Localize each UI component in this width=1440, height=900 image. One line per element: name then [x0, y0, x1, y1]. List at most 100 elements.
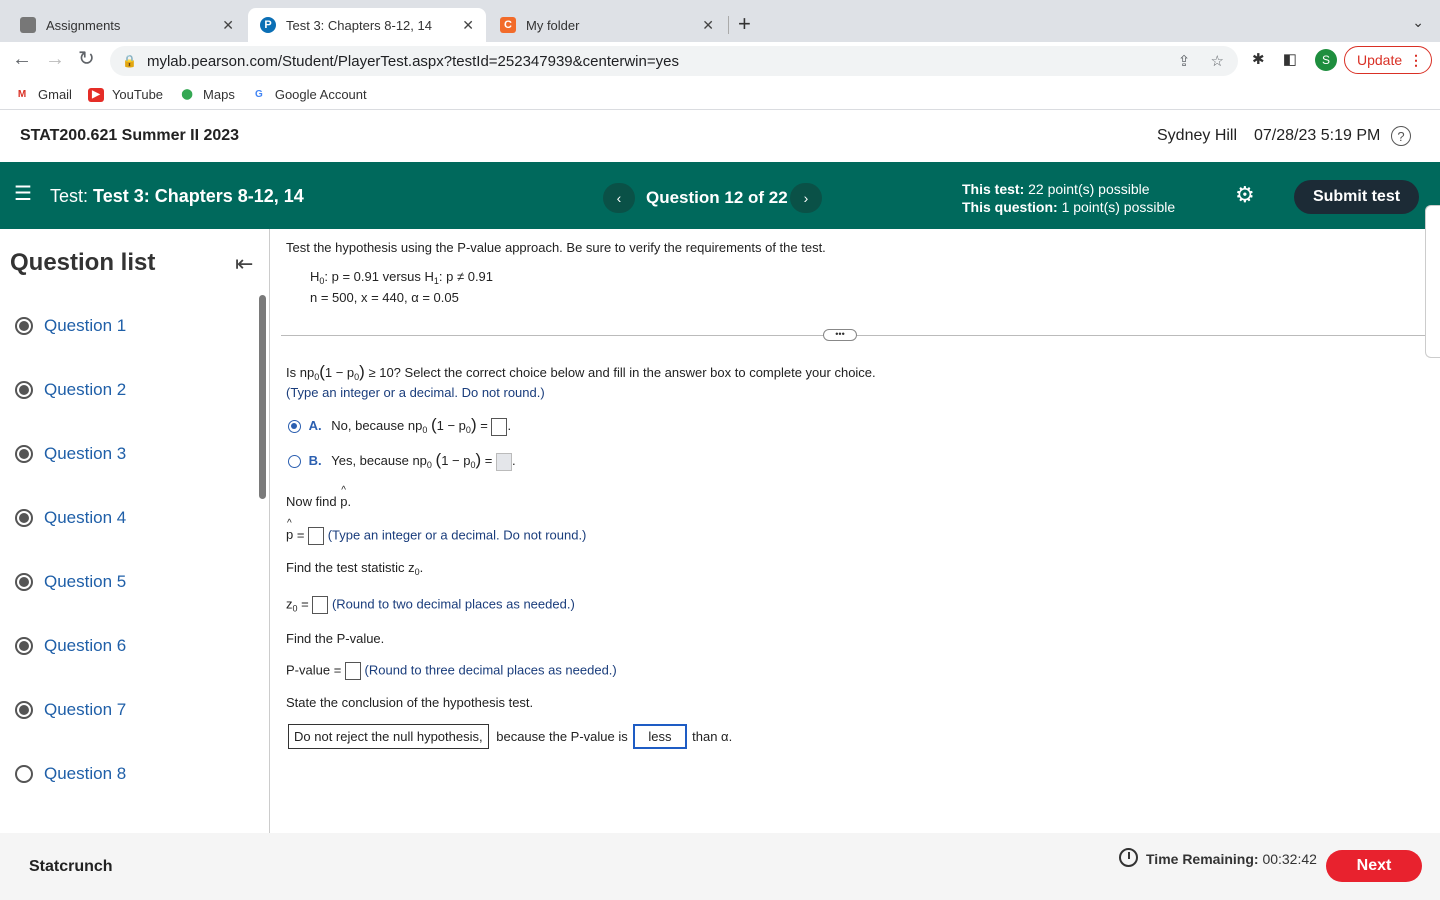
z-hint: (Round to two decimal places as needed.) [331, 596, 575, 612]
bookmark-label: Maps [203, 87, 235, 102]
new-tab-icon[interactable]: + [738, 13, 751, 35]
part1-post: ≥ 10? Select the correct choice below an… [368, 365, 876, 380]
bookmark-label: Google Account [274, 87, 367, 102]
previous-question-button[interactable]: ‹ [603, 183, 635, 213]
z-input[interactable] [312, 596, 329, 614]
sidebar-scrollbar[interactable] [259, 295, 266, 499]
question-list-item[interactable]: Question 3 [15, 444, 126, 464]
next-button[interactable]: Next [1326, 850, 1422, 882]
submit-test-button[interactable]: Submit test [1294, 180, 1419, 214]
update-label: Update [1357, 52, 1403, 68]
question-list-item[interactable]: Question 8 [15, 764, 126, 784]
user-name: Sydney Hill [1157, 127, 1238, 144]
reload-icon[interactable]: ↻ [78, 48, 95, 70]
test-points: 22 point(s) possible [1028, 181, 1150, 197]
pvalue-input[interactable] [344, 662, 361, 680]
bookmark-maps[interactable]: ⬤ Maps [179, 87, 235, 102]
test-points-label: This test: [962, 181, 1025, 197]
address-bar[interactable]: 🔒 mylab.pearson.com/Student/PlayerTest.a… [110, 46, 1238, 76]
puzzle-icon[interactable]: ✱ [1252, 51, 1265, 68]
state-conclusion-label: State the conclusion of the hypothesis t… [286, 695, 534, 710]
np-answer-input[interactable] [491, 417, 508, 436]
statcrunch-link[interactable]: Statcrunch [29, 858, 113, 876]
close-icon[interactable]: ✕ [462, 17, 474, 34]
h0-text: : p = 0.91 versus H [324, 269, 434, 284]
close-icon[interactable]: ✕ [222, 17, 234, 34]
question-list-item[interactable]: Question 7 [15, 700, 126, 720]
more-vert-icon: ⋮ [1409, 51, 1423, 68]
question-label: Question 4 [44, 508, 127, 527]
phat-hint: (Type an integer or a decimal. Do not ro… [327, 527, 587, 543]
answered-indicator-icon [15, 509, 33, 527]
find-p-label: Find the P-value. [286, 631, 385, 646]
choice-b-letter: B. [308, 453, 322, 468]
sidepanel-icon[interactable]: ◧ [1283, 51, 1297, 68]
choice-b[interactable]: B. Yes, because np0 (1 − p0) = . [288, 450, 516, 471]
folder-app-icon: C [500, 17, 516, 33]
bookmark-youtube[interactable]: ▶ YouTube [87, 87, 163, 102]
question-list-sidebar: Question list ⇤ Question 1 Question 2 Qu… [0, 229, 270, 833]
radio-unselected-icon[interactable] [288, 455, 301, 469]
maps-pin-icon: ⬤ [181, 89, 193, 100]
choice-a[interactable]: A. No, because np0 (1 − p0) = . [288, 415, 511, 436]
tab-test3[interactable]: P Test 3: Chapters 8-12, 14 ✕ [248, 8, 486, 42]
course-title: STAT200.621 Summer II 2023 [20, 127, 240, 144]
answered-indicator-icon [15, 381, 33, 399]
question-content: Test the hypothesis using the P-value ap… [271, 229, 1440, 833]
next-question-button[interactable]: › [790, 183, 822, 213]
find-phat-text: Now find [286, 494, 337, 509]
question-label: Question 5 [44, 572, 127, 591]
h1-text: : p ≠ 0.91 [438, 269, 494, 284]
browser-toolbar: ← → ↻ 🔒 mylab.pearson.com/Student/Player… [0, 42, 1440, 78]
answered-indicator-icon [15, 701, 33, 719]
parameters: n = 500, x = 440, α = 0.05 [310, 290, 459, 305]
test-header: ☰ Test: Test 3: Chapters 8-12, 14 ‹ Ques… [0, 162, 1440, 229]
collapse-sidebar-icon[interactable]: ⇤ [235, 251, 253, 277]
phat-row: p = (Type an integer or a decimal. Do no… [286, 518, 587, 545]
close-icon[interactable]: ✕ [702, 17, 714, 34]
part1-hint: (Type an integer or a decimal. Do not ro… [286, 385, 545, 400]
chevron-down-icon[interactable]: ⌄ [1412, 14, 1424, 31]
lock-icon: 🔒 [122, 54, 137, 68]
gear-icon[interactable]: ⚙ [1235, 184, 1255, 206]
conclusion-mid-text: because the P-value is [496, 729, 628, 744]
radio-selected-icon[interactable] [288, 420, 301, 434]
comparison-dropdown[interactable]: less [633, 724, 687, 749]
menu-icon[interactable]: ☰ [14, 184, 32, 204]
side-panel-tab[interactable] [1425, 205, 1440, 358]
answered-indicator-icon [15, 637, 33, 655]
share-icon[interactable]: ⇪ [1178, 53, 1191, 70]
question-label: Question 6 [44, 636, 127, 655]
help-icon[interactable]: ? [1391, 126, 1411, 146]
question-list-item[interactable]: Question 6 [15, 636, 126, 656]
gmail-icon: M [17, 89, 27, 100]
bookmark-google-account[interactable]: G Google Account [251, 87, 367, 102]
part1-pre: Is np [286, 365, 315, 380]
z-row: z0 = (Round to two decimal places as nee… [286, 596, 575, 614]
test-title: Test: Test 3: Chapters 8-12, 14 [50, 186, 304, 207]
conclusion-row: Do not reject the null hypothesis, becau… [288, 724, 732, 749]
date-time: 07/28/23 5:19 PM [1254, 127, 1381, 144]
time-remaining: Time Remaining: 00:32:42 [1146, 851, 1317, 867]
bookmark-gmail[interactable]: M Gmail [14, 87, 72, 102]
hypotheses: H0: p = 0.91 versus H1: p ≠ 0.91 [310, 269, 494, 286]
forward-icon[interactable]: → [45, 48, 65, 70]
tab-assignments[interactable]: Assignments ✕ [8, 8, 246, 42]
question-list-item[interactable]: Question 1 [15, 316, 126, 336]
question-label: Question 8 [44, 764, 127, 783]
back-icon[interactable]: ← [12, 48, 32, 70]
question-list-item[interactable]: Question 2 [15, 380, 126, 400]
profile-avatar[interactable]: S [1315, 49, 1337, 71]
update-button[interactable]: Update ⋮ [1344, 46, 1432, 74]
bookmark-label: Gmail [38, 87, 72, 102]
conclusion-end-text: than α. [692, 729, 733, 744]
browser-tab-strip: Assignments ✕ P Test 3: Chapters 8-12, 1… [0, 0, 1440, 42]
star-icon[interactable]: ☆ [1211, 53, 1224, 70]
question-list-item[interactable]: Question 5 [15, 572, 126, 592]
phat-input[interactable] [308, 527, 325, 545]
question-list-item[interactable]: Question 4 [15, 508, 126, 528]
tab-my-folder[interactable]: C My folder ✕ [488, 8, 726, 42]
time-value: 00:32:42 [1262, 851, 1317, 867]
conclusion-dropdown[interactable]: Do not reject the null hypothesis, [288, 724, 489, 749]
resize-handle[interactable]: ••• [823, 329, 857, 341]
